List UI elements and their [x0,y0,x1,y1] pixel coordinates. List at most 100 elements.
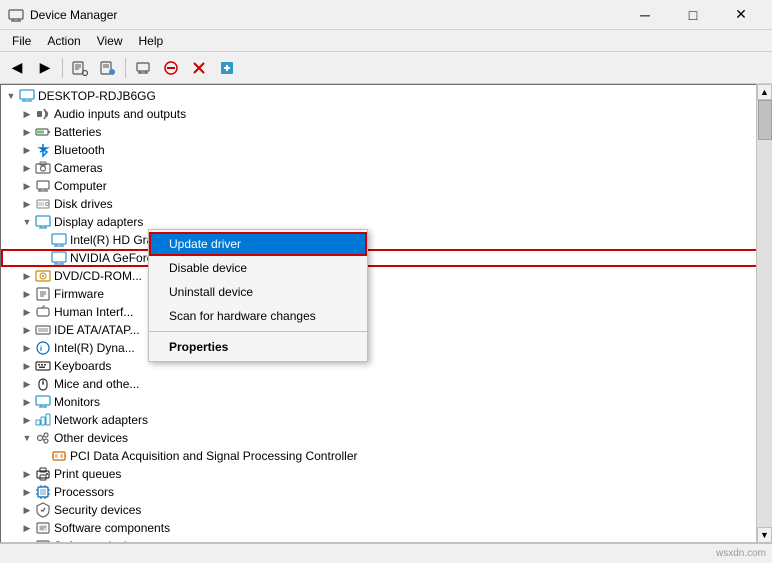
context-menu-uninstall[interactable]: Uninstall device [149,280,367,304]
tree-security[interactable]: ▶ Security devices [1,501,771,519]
tree-dvd-label: DVD/CD-ROM... [54,269,142,283]
tree-ide[interactable]: ▶ IDE ATA/ATAP... [1,321,771,339]
tree-mice[interactable]: ▶ Mice and othe... [1,375,771,393]
expander-other[interactable]: ▼ [19,430,35,446]
menu-view[interactable]: View [89,32,131,50]
toolbar-add[interactable] [214,55,240,81]
display-icon [35,214,51,230]
intel-hd-icon [51,232,67,248]
firmware-icon [35,286,51,302]
tree-software-comp[interactable]: ▶ Software components [1,519,771,537]
human-icon [35,304,51,320]
software-dev-icon [35,538,51,543]
tree-other[interactable]: ▼ Other devices [1,429,771,447]
scroll-up[interactable]: ▲ [757,84,772,100]
network-icon [35,412,51,428]
tree-human-label: Human Interf... [54,305,133,319]
context-menu-scan[interactable]: Scan for hardware changes [149,304,367,328]
tree-print[interactable]: ▶ Print queues [1,465,771,483]
close-button[interactable]: ✕ [718,0,764,30]
tree-firmware[interactable]: ▶ Firmware [1,285,771,303]
toolbar-disable[interactable] [158,55,184,81]
expander-software-comp[interactable]: ▶ [19,520,35,536]
app-icon [8,7,24,23]
disk-icon [35,196,51,212]
tree-intel-dyn[interactable]: ▶ i Intel(R) Dyna... [1,339,771,357]
pci-icon [51,448,67,464]
tree-disk[interactable]: ▶ Disk drives [1,195,771,213]
context-menu-sep [149,331,367,332]
tree-software-dev[interactable]: ▶ Software devices [1,537,771,543]
tree-firmware-label: Firmware [54,287,104,301]
expander-root[interactable]: ▼ [3,88,19,104]
context-menu-disable[interactable]: Disable device [149,256,367,280]
software-comp-icon [35,520,51,536]
minimize-button[interactable]: ─ [622,0,668,30]
toolbar-update[interactable] [95,55,121,81]
scrollbar[interactable]: ▲ ▼ [756,84,772,543]
expander-bluetooth[interactable]: ▶ [19,142,35,158]
expander-dvd[interactable]: ▶ [19,268,35,284]
expander-computer[interactable]: ▶ [19,178,35,194]
tree-dvd[interactable]: ▶ DVD/CD-ROM... [1,267,771,285]
tree-intel-hd[interactable]: ▶ Intel(R) HD Graphics 520 [1,231,771,249]
tree-cameras-label: Cameras [54,161,103,175]
watermark: wsxdn.com [716,548,766,559]
device-tree[interactable]: ▼ DESKTOP-RDJB6GG ▶ [0,84,772,543]
tree-proc[interactable]: ▶ Processors [1,483,771,501]
tree-root-label: DESKTOP-RDJB6GG [38,89,156,103]
context-menu: Update driver Disable device Uninstall d… [148,229,368,362]
expander-batteries[interactable]: ▶ [19,124,35,140]
expander-print[interactable]: ▶ [19,466,35,482]
tree-bluetooth[interactable]: ▶ Bluetooth [1,141,771,159]
maximize-button[interactable]: □ [670,0,716,30]
toolbar-forward[interactable]: ▶ [32,55,58,81]
expander-keyboards[interactable]: ▶ [19,358,35,374]
tree-nvidia[interactable]: ▶ NVIDIA GeForce 940M [1,249,771,267]
expander-network[interactable]: ▶ [19,412,35,428]
tree-root[interactable]: ▼ DESKTOP-RDJB6GG [1,87,771,105]
tree-batteries[interactable]: ▶ Batteries [1,123,771,141]
expander-software-dev[interactable]: ▶ [19,538,35,543]
scroll-down[interactable]: ▼ [757,527,772,543]
menu-action[interactable]: Action [39,32,88,50]
toolbar-back[interactable]: ◀ [4,55,30,81]
scroll-thumb[interactable] [758,100,772,140]
toolbar-uninstall[interactable] [186,55,212,81]
other-icon [35,430,51,446]
context-menu-properties[interactable]: Properties [149,335,367,359]
scroll-track[interactable] [757,100,772,527]
expander-ide[interactable]: ▶ [19,322,35,338]
expander-display[interactable]: ▼ [19,214,35,230]
tree-display[interactable]: ▼ Display adapters [1,213,771,231]
tree-audio[interactable]: ▶ Audio inputs and outputs [1,105,771,123]
tree-monitors[interactable]: ▶ Monitors [1,393,771,411]
main-area: ▼ DESKTOP-RDJB6GG ▶ [0,84,772,543]
tree-human[interactable]: ▶ Human Interf... [1,303,771,321]
expander-audio[interactable]: ▶ [19,106,35,122]
toolbar-scan[interactable] [130,55,156,81]
expander-monitors[interactable]: ▶ [19,394,35,410]
context-menu-update-driver[interactable]: Update driver [149,232,367,256]
tree-cameras[interactable]: ▶ Cameras [1,159,771,177]
tree-security-label: Security devices [54,503,141,517]
expander-firmware[interactable]: ▶ [19,286,35,302]
camera-icon [35,160,51,176]
expander-cameras[interactable]: ▶ [19,160,35,176]
menu-file[interactable]: File [4,32,39,50]
expander-disk[interactable]: ▶ [19,196,35,212]
window-title: Device Manager [30,8,622,22]
expander-intel-dyn[interactable]: ▶ [19,340,35,356]
tree-keyboards[interactable]: ▶ Keyboards [1,357,771,375]
expander-mice[interactable]: ▶ [19,376,35,392]
tree-computer[interactable]: ▶ Computer [1,177,771,195]
toolbar-properties[interactable] [67,55,93,81]
tree-pci[interactable]: ▶ PCI Data Acquisition and Signal Proces… [1,447,771,465]
expander-proc[interactable]: ▶ [19,484,35,500]
tree-network[interactable]: ▶ Network adapters [1,411,771,429]
expander-security[interactable]: ▶ [19,502,35,518]
expander-human[interactable]: ▶ [19,304,35,320]
tree-display-label: Display adapters [54,215,143,229]
menu-help[interactable]: Help [131,32,172,50]
tree-keyboards-label: Keyboards [54,359,111,373]
